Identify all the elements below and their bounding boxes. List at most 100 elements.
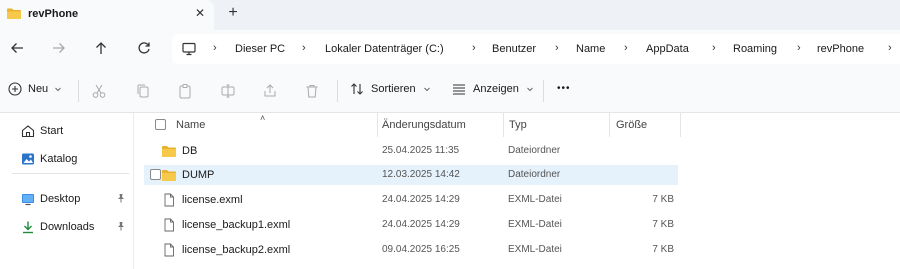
select-all-checkbox[interactable] [155,119,166,130]
toolbar-divider [337,80,338,102]
breadcrumb-item[interactable]: Benutzer [492,43,536,55]
file-name: license_backup1.exml [182,219,291,231]
file-row-selected[interactable]: DUMP 12.03.2025 14:42 Dateiordner [144,165,678,185]
close-icon[interactable]: ✕ [193,6,207,20]
file-size: 7 KB [652,194,674,205]
refresh-button[interactable] [135,39,153,57]
file-row[interactable]: license_backup2.exml 09.04.2025 16:25 EX… [144,240,678,260]
file-row[interactable]: DB 25.04.2025 11:35 Dateiordner [144,141,678,161]
folder-icon [162,146,176,157]
file-list: ˄ Name Änderungsdatum Typ Größe DB 25.04… [134,113,900,269]
file-date: 25.04.2025 11:35 [382,145,460,156]
breadcrumb-item[interactable]: AppData [646,43,689,55]
sidebar-item-desktop[interactable]: Desktop [0,187,133,211]
share-icon[interactable] [262,83,278,99]
refresh-icon [138,42,150,54]
file-type: EXML-Datei [508,219,562,230]
chevron-down-icon [55,87,62,92]
navigation-pane: Start Katalog Desktop Downloads [0,113,133,269]
chevron-right-icon: › [302,42,306,54]
toolbar-divider [78,80,79,102]
column-header-type[interactable]: Typ [504,113,609,137]
column-header-date[interactable]: Änderungsdatum [378,113,503,137]
back-button[interactable] [8,39,26,57]
document-icon [164,193,174,207]
sidebar-item-label: Downloads [40,221,95,233]
breadcrumb-item[interactable]: Dieser PC [235,43,285,55]
chevron-right-icon: › [624,42,628,54]
gallery-icon [22,153,34,165]
chevron-right-icon: › [555,42,559,54]
document-icon [164,218,174,232]
arrow-right-icon [53,43,65,53]
toolbar-divider [543,80,544,102]
new-tab-button[interactable]: + [225,4,241,22]
tab-title: revPhone [28,8,79,20]
sort-button[interactable]: Sortieren [350,82,431,96]
copy-icon[interactable] [135,83,151,99]
sidebar-divider [12,173,129,174]
column-divider[interactable] [680,113,681,137]
folder-icon [7,8,21,19]
sidebar-item-label: Katalog [40,153,78,165]
delete-icon[interactable] [304,83,320,99]
chevron-right-icon: › [472,42,476,54]
more-options-button[interactable]: ••• [557,83,571,94]
paste-icon[interactable] [177,83,193,99]
arrow-up-icon [96,42,106,54]
document-icon [164,243,174,257]
file-date: 09.04.2025 16:25 [382,244,460,255]
breadcrumb-item[interactable]: Roaming [733,43,777,55]
sidebar-item-katalog[interactable]: Katalog [0,147,133,171]
monitor-icon [182,42,196,56]
desktop-icon [22,194,34,206]
cut-icon[interactable] [91,83,107,99]
file-type: Dateiordner [508,169,561,180]
address-bar[interactable]: › Dieser PC › Lokaler Datenträger (C:) ›… [172,34,900,64]
file-name: license.exml [182,194,243,206]
file-date: 24.04.2025 14:29 [382,219,460,230]
file-row[interactable]: license.exml 24.04.2025 14:29 EXML-Datei… [144,190,678,210]
up-button[interactable] [92,39,110,57]
sidebar-item-downloads[interactable]: Downloads [0,215,133,239]
breadcrumb-item[interactable]: revPhone [817,43,864,55]
folder-icon [162,170,176,181]
file-date: 24.04.2025 14:29 [382,194,460,205]
new-button[interactable]: Neu [8,82,62,96]
rename-icon[interactable] [220,83,236,99]
column-header-name[interactable]: Name [174,113,379,137]
forward-button[interactable] [50,39,68,57]
home-icon [21,125,35,138]
file-size: 7 KB [652,244,674,255]
file-row[interactable]: license_backup1.exml 24.04.2025 14:29 EX… [144,215,678,235]
sort-label: Sortieren [371,83,416,95]
tab-revphone[interactable]: revPhone ✕ [0,0,214,30]
new-label: Neu [28,83,49,95]
file-type: EXML-Datei [508,244,562,255]
plus-circle-icon [8,82,22,96]
sidebar-item-label: Desktop [40,193,81,205]
sidebar-item-start[interactable]: Start [0,119,133,143]
chevron-right-icon: › [888,42,892,54]
command-bar: Neu Sortieren Anzeigen ••• [0,68,900,113]
file-name: DB [182,145,198,157]
breadcrumb-item[interactable]: Name [576,43,605,55]
column-header-size[interactable]: Größe [610,113,680,137]
sidebar-item-label: Start [40,125,64,137]
file-name: DUMP [182,169,215,181]
chevron-down-icon [527,87,533,92]
row-checkbox[interactable] [150,169,161,180]
chevron-right-icon: › [712,42,716,54]
file-date: 12.03.2025 14:42 [382,169,460,180]
file-size: 7 KB [652,219,674,230]
navigation-bar: › Dieser PC › Lokaler Datenträger (C:) ›… [0,30,900,68]
downloads-icon [23,221,33,234]
view-label: Anzeigen [473,83,519,95]
view-list-icon [453,84,465,95]
more-icon: ••• [557,83,571,94]
sort-icon [351,83,363,95]
breadcrumb-item[interactable]: Lokaler Datenträger (C:) [325,43,444,55]
view-button[interactable]: Anzeigen [452,82,534,96]
pin-icon [118,194,124,203]
file-name: license_backup2.exml [182,244,291,256]
